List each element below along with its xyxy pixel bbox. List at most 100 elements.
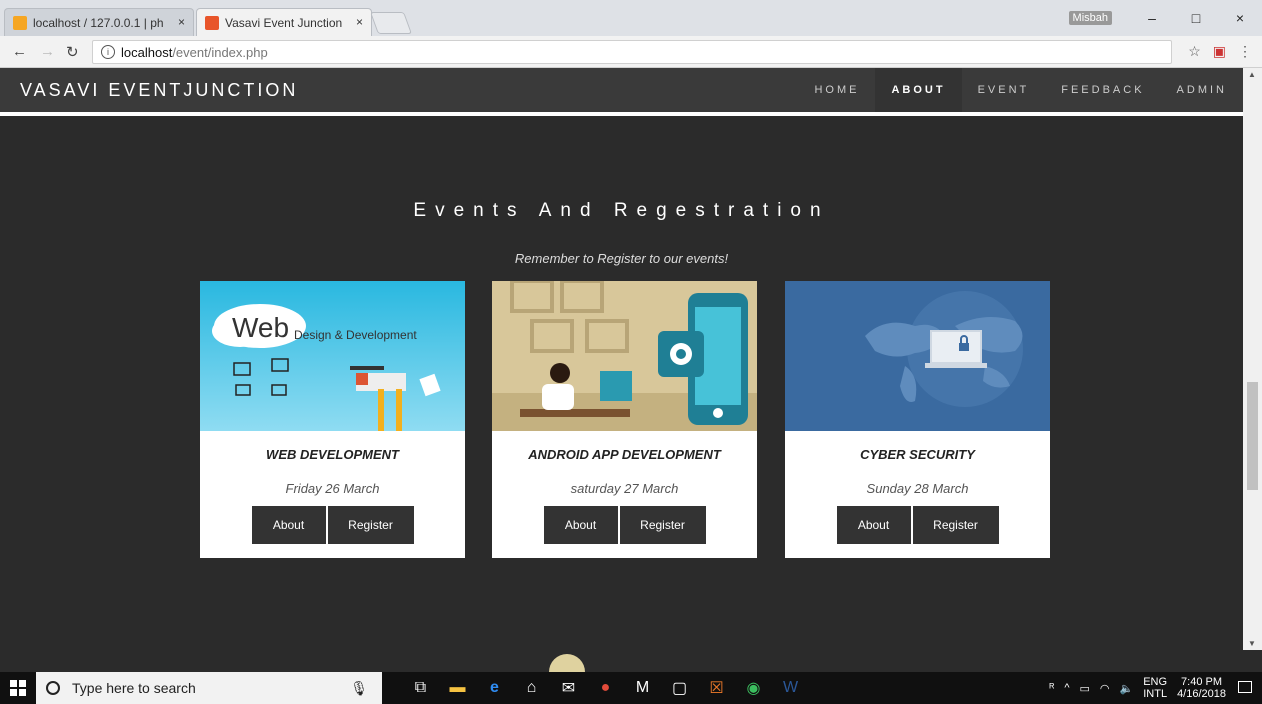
tray-chevron-icon[interactable]: ^ [1064,682,1069,694]
nav-event[interactable]: EVENT [962,68,1046,112]
nav-about[interactable]: ABOUT [875,68,962,112]
toolbar-actions: ☆ ▣ ⋮ [1188,43,1252,60]
xampp-favicon-icon [205,16,219,30]
gmail-icon[interactable]: M [624,672,661,704]
site-brand[interactable]: VASAVI EVENTJUNCTION [20,80,298,101]
url-host: localhost [121,44,173,60]
tab-vasavi-event-junction[interactable]: Vasavi Event Junction × [196,8,372,36]
event-card-android-app-development: ANDROID APP DEVELOPMENT saturday 27 Marc… [492,281,757,558]
nav-home[interactable]: HOME [798,68,875,112]
people-icon[interactable]: ᴿ [1049,682,1054,694]
nav-admin[interactable]: ADMIN [1161,68,1243,112]
clock-time: 7:40 PM [1181,676,1223,688]
maximize-button[interactable]: □ [1174,10,1218,26]
cyber-security-image [785,281,1050,431]
event-card-web-development: Web Design & Development WEB DEVELOPMENT… [200,281,465,558]
about-button[interactable]: About [251,506,326,544]
back-arrow-icon[interactable]: ← [12,43,27,60]
event-date: Sunday 28 March [866,481,969,496]
volume-icon[interactable]: 🔈 [1120,682,1134,695]
notifications-icon[interactable] [1238,681,1252,693]
tab-title: Vasavi Event Junction [225,15,343,30]
profile-badge[interactable]: Misbah [1068,11,1112,25]
mail-icon[interactable]: ✉ [550,672,587,704]
forward-arrow-icon[interactable]: → [40,43,55,60]
about-button[interactable]: About [836,506,911,544]
language-code: ENG [1143,676,1168,688]
language-layout: INTL [1143,688,1168,700]
site-navbar: VASAVI EVENTJUNCTION HOME ABOUT EVENT FE… [0,68,1243,112]
chrome-icon[interactable]: ● [587,672,624,704]
event-card-cyber-security: CYBER SECURITY Sunday 28 March About Reg… [785,281,1050,558]
scrollbar-thumb[interactable] [1247,382,1258,490]
cortana-icon [46,681,60,695]
new-tab-button[interactable] [369,12,413,34]
edge-icon[interactable]: e [476,672,513,704]
tab-title: localhost / 127.0.0.1 | ph [33,15,164,30]
web-image-word: Web [232,312,289,343]
scroll-down-arrow-icon[interactable]: ▼ [1248,639,1256,648]
address-toolbar: ← → ↻ i localhost/event/index.php ☆ ▣ ⋮ [0,36,1262,68]
microphone-icon[interactable]: 🎙 [350,680,368,697]
register-button[interactable]: Register [619,506,706,544]
file-explorer-icon[interactable]: ▬ [439,672,476,704]
minimize-button[interactable]: – [1130,10,1174,26]
browser-tab-strip: localhost / 127.0.0.1 | ph × Vasavi Even… [0,0,1262,36]
reload-icon[interactable]: ↻ [66,43,79,61]
taskbar-apps: ⧉ ▬ e ⌂ ✉ ● M ▢ ☒ ◉ W [402,672,809,704]
page-scrollbar[interactable]: ▲ ▼ [1243,68,1262,650]
web-image-subtitle: Design & Development [294,328,417,342]
event-actions: About Register [492,506,757,544]
menu-kebab-icon[interactable]: ⋮ [1238,43,1252,60]
windows-start-icon[interactable] [10,680,26,696]
battery-icon[interactable]: ▭ [1080,682,1090,695]
navbar-divider [0,112,1243,116]
info-icon[interactable]: i [101,45,115,59]
url-path: /event/index.php [172,44,268,60]
web-development-image: Web Design & Development [200,281,465,431]
clock-date: 4/16/2018 [1177,688,1226,700]
xampp-icon[interactable]: ☒ [698,672,735,704]
store-icon[interactable]: ⌂ [513,672,550,704]
event-date: Friday 26 March [285,481,380,496]
event-title: WEB DEVELOPMENT [266,447,399,462]
section-subtitle: Remember to Register to our events! [514,251,729,266]
about-button[interactable]: About [543,506,618,544]
site-menu: HOME ABOUT EVENT FEEDBACK ADMIN [798,68,1243,112]
taskbar-search-input[interactable]: Type here to search 🎙 [36,672,382,704]
web-page: VASAVI EVENTJUNCTION HOME ABOUT EVENT FE… [0,68,1243,650]
windows-taskbar: Type here to search 🎙 ⧉ ▬ e ⌂ ✉ ● M ▢ ☒ … [0,672,1262,704]
event-actions: About Register [785,506,1050,544]
android-development-image [492,281,757,431]
bookmark-star-icon[interactable]: ☆ [1188,43,1201,60]
system-tray: ᴿ ^ ▭ ◠ 🔈 ENG INTL 7:40 PM 4/16/2018 [1049,672,1226,704]
clock[interactable]: 7:40 PM 4/16/2018 [1177,676,1226,700]
tab-close-icon[interactable]: × [178,15,185,29]
android-illustration [492,281,757,431]
section-title: Events And Regestration [413,200,830,221]
wifi-icon[interactable]: ◠ [1100,682,1110,695]
window-controls: Misbah – □ × [1068,0,1262,36]
register-button[interactable]: Register [327,506,414,544]
word-icon[interactable]: W [772,672,809,704]
search-placeholder: Type here to search [72,680,196,696]
tab-close-icon[interactable]: × [356,15,363,29]
tab-phpmyadmin[interactable]: localhost / 127.0.0.1 | ph × [4,8,194,36]
app-window-icon[interactable]: ▢ [661,672,698,704]
url-input[interactable]: i localhost/event/index.php [92,40,1172,64]
web-illustration: Web Design & Development [212,304,441,431]
nav-feedback[interactable]: FEEDBACK [1045,68,1160,112]
event-title: CYBER SECURITY [860,447,975,462]
language-indicator[interactable]: ENG INTL [1143,676,1167,700]
event-title: ANDROID APP DEVELOPMENT [528,447,721,462]
scroll-up-arrow-icon[interactable]: ▲ [1248,70,1256,79]
extension-pocket-icon[interactable]: ▣ [1213,43,1226,60]
register-button[interactable]: Register [912,506,999,544]
cyber-illustration [865,291,1023,407]
task-view-icon[interactable]: ⧉ [402,672,439,704]
close-window-button[interactable]: × [1218,10,1262,26]
event-actions: About Register [200,506,465,544]
event-date: saturday 27 March [570,481,679,496]
whatsapp-icon[interactable]: ◉ [735,672,772,704]
phpmyadmin-favicon-icon [13,16,27,30]
